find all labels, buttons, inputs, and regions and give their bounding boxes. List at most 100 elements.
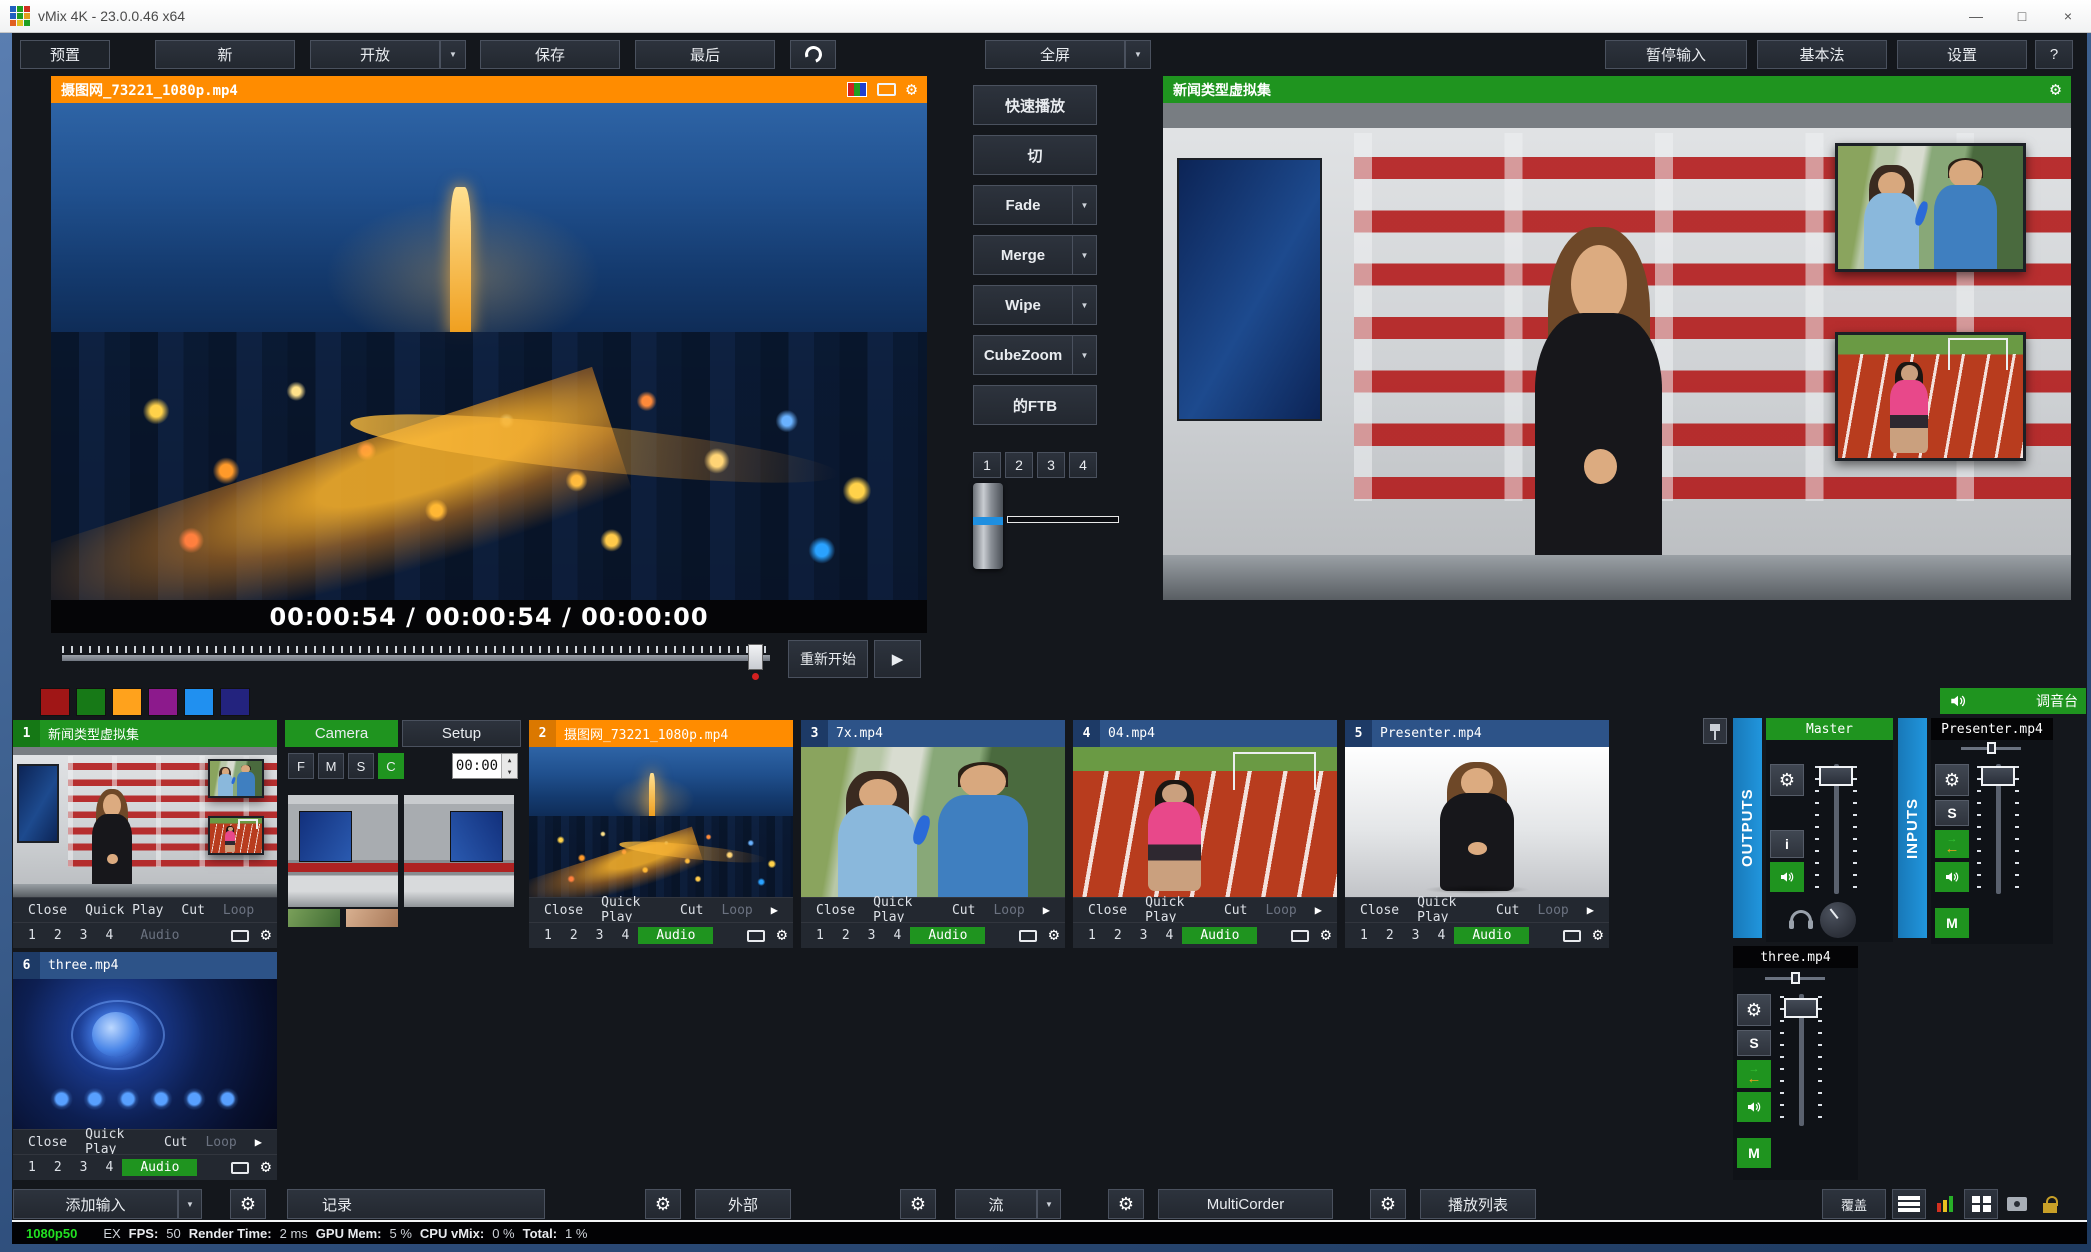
close-button[interactable]: × (2045, 0, 2091, 32)
gear-icon[interactable]: ⚙ (1321, 927, 1331, 944)
playlist-button[interactable]: 播放列表 (1420, 1189, 1536, 1219)
input-header[interactable]: 4 04.mp4 (1073, 720, 1337, 747)
tbar-slider[interactable] (973, 483, 1003, 569)
overlay-4-button[interactable]: 4 (96, 1160, 122, 1175)
overlay-3-button[interactable]: 3 (71, 928, 97, 943)
channel-fader[interactable] (1976, 764, 2020, 894)
camera-angle-thumbnail[interactable] (404, 795, 514, 907)
external-settings-gear-icon[interactable]: ⚙ (645, 1189, 681, 1219)
overlay-3-button[interactable]: 3 (587, 928, 613, 943)
overlay-4-button[interactable]: 4 (612, 928, 638, 943)
audio-button[interactable]: Audio (910, 927, 985, 944)
settings-button[interactable]: 设置 (1897, 40, 2027, 69)
color-swatch-orange[interactable] (112, 688, 142, 716)
flag-c-button[interactable]: C (378, 753, 404, 779)
channel-fader[interactable] (1779, 994, 1823, 1126)
flag-m-button[interactable]: M (318, 753, 344, 779)
minimize-button[interactable]: — (1953, 0, 1999, 32)
stinger-3-button[interactable]: 3 (1037, 452, 1065, 478)
cut-button[interactable]: Cut (155, 1135, 196, 1150)
cut-button[interactable]: Cut (943, 903, 984, 918)
play-icon[interactable]: ▶ (762, 903, 787, 917)
restart-button[interactable]: 重新开始 (788, 640, 868, 678)
gear-icon[interactable]: ⚙ (1737, 994, 1771, 1026)
pin-button[interactable] (1703, 718, 1727, 744)
fullscreen-dropdown[interactable]: ▼ (1125, 40, 1151, 69)
dropdown-icon[interactable]: ▼ (1072, 336, 1096, 374)
spin-up-icon[interactable]: ▲ (502, 754, 517, 766)
preview-video[interactable] (51, 103, 927, 600)
overlay-2-button[interactable]: 2 (1377, 928, 1403, 943)
master-fader[interactable] (1814, 764, 1858, 894)
quick-play-button[interactable]: Quick Play (76, 903, 172, 918)
stinger-1-button[interactable]: 1 (973, 452, 1001, 478)
cut-button[interactable]: 切 (973, 135, 1097, 175)
fader-handle[interactable] (1784, 998, 1818, 1018)
overlay-1-button[interactable]: 1 (807, 928, 833, 943)
overlay-4-button[interactable]: 4 (1156, 928, 1182, 943)
input-thumbnail[interactable] (1345, 747, 1609, 897)
gear-icon[interactable]: ⚙ (1935, 764, 1969, 796)
overlay-1-button[interactable]: 1 (19, 1160, 45, 1175)
gear-icon[interactable]: ⚙ (2050, 81, 2061, 99)
playlist-settings-gear-icon[interactable]: ⚙ (1370, 1189, 1406, 1219)
close-button[interactable]: Close (1351, 903, 1408, 918)
dropdown-icon[interactable]: ▼ (1072, 286, 1096, 324)
dropdown-icon[interactable]: ▼ (1072, 236, 1096, 274)
snapshot-button[interactable] (2002, 1189, 2032, 1219)
input-header[interactable]: 5 Presenter.mp4 (1345, 720, 1609, 747)
overlay-1-button[interactable]: 1 (19, 928, 45, 943)
pan-slider[interactable] (1765, 972, 1825, 984)
external-button[interactable]: 外部 (695, 1189, 791, 1219)
overlay-4-button[interactable]: 4 (884, 928, 910, 943)
play-button[interactable]: ▶ (874, 640, 921, 678)
quick-play-button[interactable]: Quick Play (1136, 895, 1215, 925)
overlay-4-button[interactable]: 4 (96, 928, 122, 943)
add-input-dropdown[interactable]: ▼ (178, 1189, 202, 1219)
spin-down-icon[interactable]: ▼ (502, 766, 517, 778)
color-swatch-green[interactable] (76, 688, 106, 716)
close-button[interactable]: Close (1079, 903, 1136, 918)
speaker-button[interactable] (1737, 1092, 1771, 1122)
color-swatch-purple[interactable] (148, 688, 178, 716)
fullscreen-monitor-icon[interactable] (877, 83, 896, 96)
overlay-2-button[interactable]: 2 (561, 928, 587, 943)
input-header[interactable]: 3 7x.mp4 (801, 720, 1065, 747)
transition-wipe-button[interactable]: Wipe▼ (973, 285, 1097, 325)
color-swatch-red[interactable] (40, 688, 70, 716)
loop-button[interactable] (790, 40, 836, 69)
input-header[interactable]: 1 新闻类型虚拟集 (13, 720, 277, 747)
audio-button[interactable]: Audio (1454, 927, 1529, 944)
audio-button[interactable]: Audio (638, 927, 713, 944)
mute-button[interactable]: M (1737, 1138, 1771, 1168)
close-button[interactable]: Close (19, 1135, 76, 1150)
add-input-button[interactable]: 添加输入 (13, 1189, 178, 1219)
audio-meters-button[interactable] (1930, 1189, 1960, 1219)
audio-mixer-toggle-button[interactable]: 调音台 (1940, 688, 2086, 714)
lock-button[interactable] (2036, 1189, 2064, 1219)
gear-icon[interactable]: ⚙ (261, 927, 271, 944)
monitor-icon[interactable] (231, 930, 249, 942)
camera-angle-thumbnail[interactable] (288, 795, 398, 907)
solo-button[interactable]: S (1935, 800, 1969, 826)
quick-play-button[interactable]: 快速播放 (973, 85, 1097, 125)
stream-dropdown[interactable]: ▼ (1037, 1189, 1061, 1219)
seek-handle[interactable] (748, 644, 763, 670)
overlay-2-button[interactable]: 2 (45, 1160, 71, 1175)
multiview-button[interactable] (1964, 1189, 1998, 1219)
ftb-button[interactable]: 的FTB (973, 385, 1097, 425)
time-spinner[interactable]: 00:00 ▲▼ (452, 753, 518, 779)
stinger-2-button[interactable]: 2 (1005, 452, 1033, 478)
quick-play-button[interactable]: Quick Play (76, 1127, 155, 1157)
flag-s-button[interactable]: S (348, 753, 374, 779)
close-button[interactable]: Close (535, 903, 592, 918)
headphones-icon[interactable] (1790, 910, 1812, 924)
loop-button[interactable]: Loop (196, 1135, 245, 1150)
quick-play-button[interactable]: Quick Play (1408, 895, 1487, 925)
bus-routing-button[interactable]: →← (1935, 830, 1969, 858)
record-settings-gear-icon[interactable]: ⚙ (230, 1189, 266, 1219)
program-video[interactable] (1163, 103, 2071, 600)
close-button[interactable]: Close (19, 903, 76, 918)
overlay-3-button[interactable]: 3 (859, 928, 885, 943)
seek-slider[interactable] (62, 655, 770, 661)
